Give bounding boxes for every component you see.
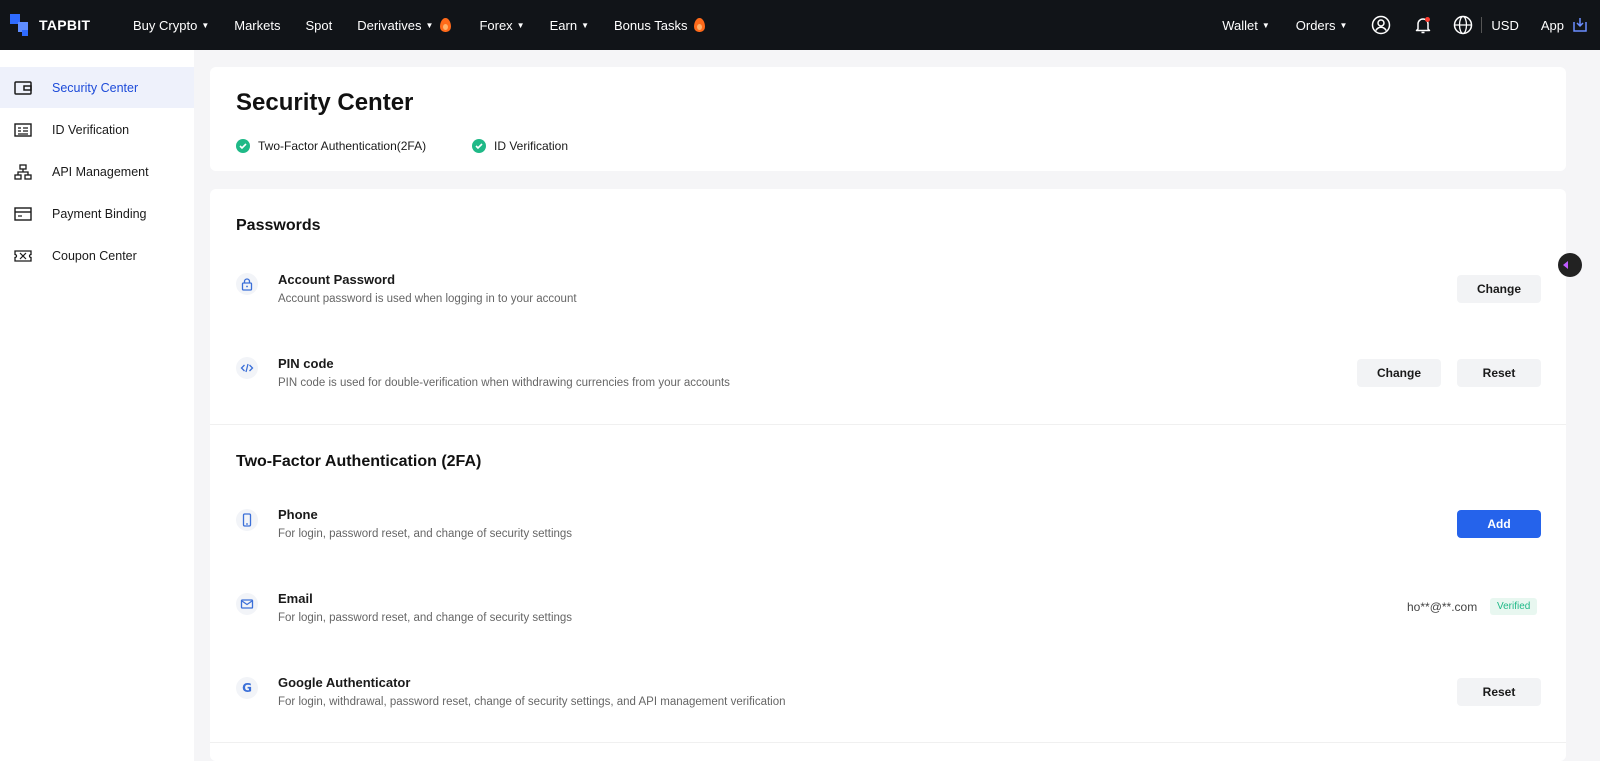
nav-item-label: Buy Crypto [133,17,198,33]
right-nav: Wallet ▼ Orders ▼ USD App [1222,0,1600,50]
user-profile-icon[interactable] [1371,15,1391,35]
add-phone-button[interactable]: Add [1457,510,1541,538]
currency-label: USD [1491,17,1519,33]
sidebar: Security Center ID Verification API Mana… [0,50,194,761]
nav-forex[interactable]: Forex ▼ [479,18,524,33]
nav-earn[interactable]: Earn ▼ [550,18,589,33]
masked-email: ho**@**.com [1407,600,1478,614]
status-label: ID Verification [494,139,569,153]
sidebar-item-label: Coupon Center [52,248,137,263]
wallet-menu[interactable]: Wallet ▼ [1222,18,1270,33]
lock-icon [236,273,258,295]
nav-derivatives[interactable]: Derivatives ▼ [357,17,452,33]
caret-down-icon: ▼ [516,20,525,30]
page-title: Security Center [236,89,414,116]
pin-code-desc: PIN code is used for double-verification… [278,377,730,389]
app-download[interactable]: App [1541,15,1590,35]
section-title-passwords: Passwords [236,217,321,234]
header-card: Security Center Two-Factor Authenticatio… [210,67,1566,171]
mail-icon [236,593,258,615]
code-icon [236,357,258,379]
pin-code-title: PIN code [278,356,334,371]
phone-desc: For login, password reset, and change of… [278,528,573,540]
main-nav: Buy Crypto ▼ Markets Spot Derivatives ▼ Fo… [133,18,730,33]
pin-code-change-button[interactable]: Change [1357,359,1441,387]
pin-code-reset-button[interactable]: Reset [1457,359,1541,387]
google-authenticator-desc: For login, withdrawal, password reset, c… [278,696,786,708]
sidebar-item-id-verification[interactable]: ID Verification [0,109,194,150]
caret-down-icon: ▼ [581,20,589,30]
nav-buy-crypto[interactable]: Buy Crypto ▼ [133,18,209,33]
nav-item-label: Earn [549,17,578,33]
sidebar-item-label: Security Center [52,80,139,95]
account-password-title: Account Password [278,272,396,287]
sidebar-item-label: Payment Binding [52,206,147,221]
globe-icon[interactable] [1453,15,1473,35]
fire-icon [694,18,706,32]
app-label: App [1540,17,1564,33]
nav-spot[interactable]: Spot [305,18,332,33]
bottom-divider [210,742,1566,743]
orders-menu[interactable]: Orders ▼ [1296,18,1348,33]
google-authenticator-title: Google Authenticator [278,675,411,690]
card-icon [13,204,33,224]
nav-divider [1481,17,1483,33]
section-title-2fa: Two-Factor Authentication (2FA) [236,453,482,470]
currency-selector[interactable]: USD [1491,18,1518,33]
nav-item-label: Derivatives [357,17,422,33]
brand-logo[interactable]: TAPBIT [10,14,118,36]
download-icon [1570,15,1590,35]
ticket-icon [13,246,33,266]
sidebar-item-coupon-center[interactable]: Coupon Center [0,235,194,276]
phone-icon [236,509,258,531]
email-desc: For login, password reset, and change of… [278,612,573,624]
nav-markets[interactable]: Markets [234,18,280,33]
logo-mark-icon [10,14,32,36]
caret-down-icon: ▼ [1261,20,1270,30]
account-password-change-button[interactable]: Change [1457,275,1541,303]
sidebar-item-payment-binding[interactable]: Payment Binding [0,193,194,234]
floating-edge-tab[interactable] [1558,253,1582,277]
account-password-desc: Account password is used when logging in… [278,293,577,305]
check-circle-icon [236,139,250,153]
top-navbar: TAPBIT Buy Crypto ▼ Markets Spot Derivati… [0,0,1600,50]
hierarchy-icon [13,162,33,182]
check-circle-icon [472,139,486,153]
nav-bonus-tasks[interactable]: Bonus Tasks [613,17,706,33]
wallet-label: Wallet [1222,17,1258,33]
google-authenticator-reset-button[interactable]: Reset [1457,678,1541,706]
caret-down-icon: ▼ [201,20,210,30]
google-icon: G [236,677,258,699]
brand-name: TAPBIT [39,17,91,33]
sidebar-item-api-management[interactable]: API Management [0,151,194,192]
email-title: Email [278,591,313,606]
id-card-icon [13,120,33,140]
status-2fa: Two-Factor Authentication(2FA) [236,139,426,153]
nav-item-label: Forex [479,17,513,33]
settings-card: Passwords Account Password Account passw… [210,189,1566,761]
sidebar-item-security-center[interactable]: Security Center [0,67,194,108]
status-label: Two-Factor Authentication(2FA) [258,139,427,153]
phone-title: Phone [278,507,318,522]
nav-item-label: Markets [234,17,281,33]
verified-badge: Verified [1490,598,1538,615]
fire-icon [440,18,452,32]
nav-item-label: Spot [305,17,333,33]
sidebar-item-label: API Management [52,164,149,179]
caret-down-icon: ▼ [1339,20,1348,30]
caret-down-icon: ▼ [425,20,434,30]
orders-label: Orders [1295,17,1336,33]
wallet-icon [13,78,33,98]
bell-icon[interactable] [1413,15,1433,35]
section-divider [210,424,1566,425]
status-id-verification: ID Verification [472,139,568,153]
sidebar-item-label: ID Verification [52,122,130,137]
nav-item-label: Bonus Tasks [613,17,688,33]
